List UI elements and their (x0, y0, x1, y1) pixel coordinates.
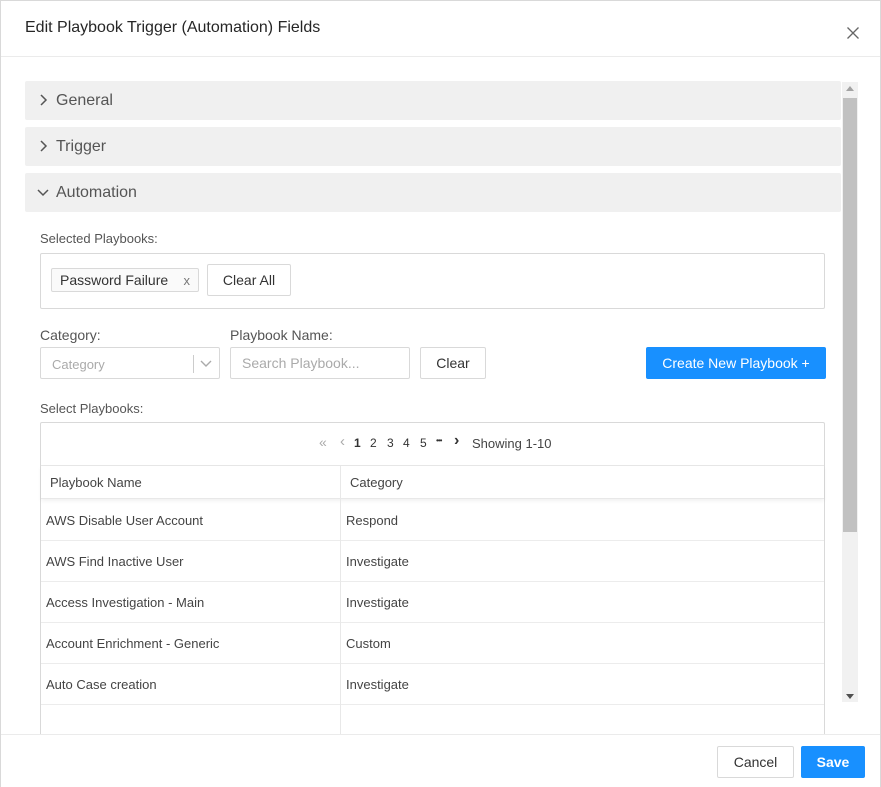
section-label: General (56, 92, 113, 109)
scrollbar-thumb[interactable] (843, 98, 857, 532)
tag-remove-icon[interactable]: x (184, 270, 191, 292)
section-label: Trigger (56, 138, 107, 155)
selected-tag: Password Failure x (51, 268, 199, 292)
dialog-body: General Trigger Automation Selected Play… (1, 58, 880, 734)
section-general[interactable]: General (25, 81, 841, 120)
showing-range: Showing 1-10 (472, 436, 552, 451)
dialog-title: Edit Playbook Trigger (Automation) Field… (25, 19, 321, 36)
cell-category: Respond (346, 513, 399, 528)
chevron-right-icon (40, 94, 48, 106)
section-trigger[interactable]: Trigger (25, 127, 841, 166)
selected-playbooks-label: Selected Playbooks: (40, 231, 158, 246)
category-label: Category: (40, 327, 101, 343)
table-header: Playbook Name Category (41, 466, 824, 499)
pagination: « ‹ 1 2 3 4 5 ••• › Showing 1-10 (41, 423, 824, 466)
table-row[interactable]: AWS Disable User Account Respond (41, 500, 824, 541)
scroll-up-arrow-icon[interactable] (846, 86, 854, 91)
column-header-category[interactable]: Category (350, 475, 403, 490)
playbook-name-label: Playbook Name: (230, 327, 333, 343)
cell-category: Investigate (346, 677, 409, 692)
edit-trigger-dialog: Edit Playbook Trigger (Automation) Field… (0, 0, 881, 787)
table-row[interactable]: Access Investigation - Main Investigate (41, 582, 824, 623)
cell-playbook-name: Access Investigation - Main (46, 595, 205, 610)
chevron-down-icon (37, 189, 49, 197)
cell-category: Investigate (346, 595, 409, 610)
cancel-button[interactable]: Cancel (717, 746, 794, 778)
category-placeholder: Category (52, 357, 105, 372)
dialog-footer: Cancel Save (1, 734, 880, 787)
vertical-scrollbar[interactable] (842, 82, 858, 702)
page-1[interactable]: 1 (354, 436, 361, 450)
clear-all-button[interactable]: Clear All (207, 264, 291, 296)
save-button[interactable]: Save (801, 746, 865, 778)
table-row[interactable]: Auto Case creation Investigate (41, 664, 824, 705)
cell-playbook-name: AWS Disable User Account (46, 513, 204, 528)
more-pages-icon[interactable]: ••• (436, 436, 442, 445)
page-4[interactable]: 4 (403, 436, 410, 450)
select-playbooks-label: Select Playbooks: (40, 401, 144, 416)
first-page-icon[interactable]: « (319, 434, 327, 450)
column-divider (340, 466, 341, 734)
close-icon[interactable] (846, 26, 860, 40)
section-automation[interactable]: Automation (25, 173, 841, 212)
prev-page-icon[interactable]: ‹ (340, 433, 345, 450)
cell-playbook-name: AWS Find Inactive User (46, 554, 184, 569)
tag-label: Password Failure (60, 272, 169, 288)
section-label: Automation (56, 184, 137, 201)
create-new-playbook-button[interactable]: Create New Playbook + (646, 347, 826, 379)
chevron-down-icon (200, 360, 212, 367)
column-header-playbook-name[interactable]: Playbook Name (50, 475, 142, 490)
cell-playbook-name: Auto Case creation (46, 677, 157, 692)
chevron-right-icon (40, 140, 48, 152)
table-row[interactable]: AWS Find Inactive User Investigate (41, 541, 824, 582)
category-select[interactable]: Category (40, 347, 220, 379)
next-page-icon[interactable]: › (454, 432, 459, 450)
page-2[interactable]: 2 (370, 436, 377, 450)
search-playbook-input[interactable] (230, 347, 410, 379)
select-separator (193, 355, 194, 373)
cell-playbook-name: Account Enrichment - Generic (46, 636, 220, 651)
page-5[interactable]: 5 (420, 436, 427, 450)
table-row[interactable]: Account Enrichment - Generic Custom (41, 623, 824, 664)
cell-category: Investigate (346, 554, 409, 569)
scroll-down-arrow-icon[interactable] (846, 694, 854, 699)
playbooks-table: « ‹ 1 2 3 4 5 ••• › Showing 1-10 Playboo… (40, 422, 825, 734)
selected-playbooks-box: Password Failure x Clear All (40, 253, 825, 309)
clear-button[interactable]: Clear (420, 347, 486, 379)
page-3[interactable]: 3 (387, 436, 394, 450)
dialog-header: Edit Playbook Trigger (Automation) Field… (1, 1, 880, 57)
cell-category: Custom (346, 636, 391, 651)
